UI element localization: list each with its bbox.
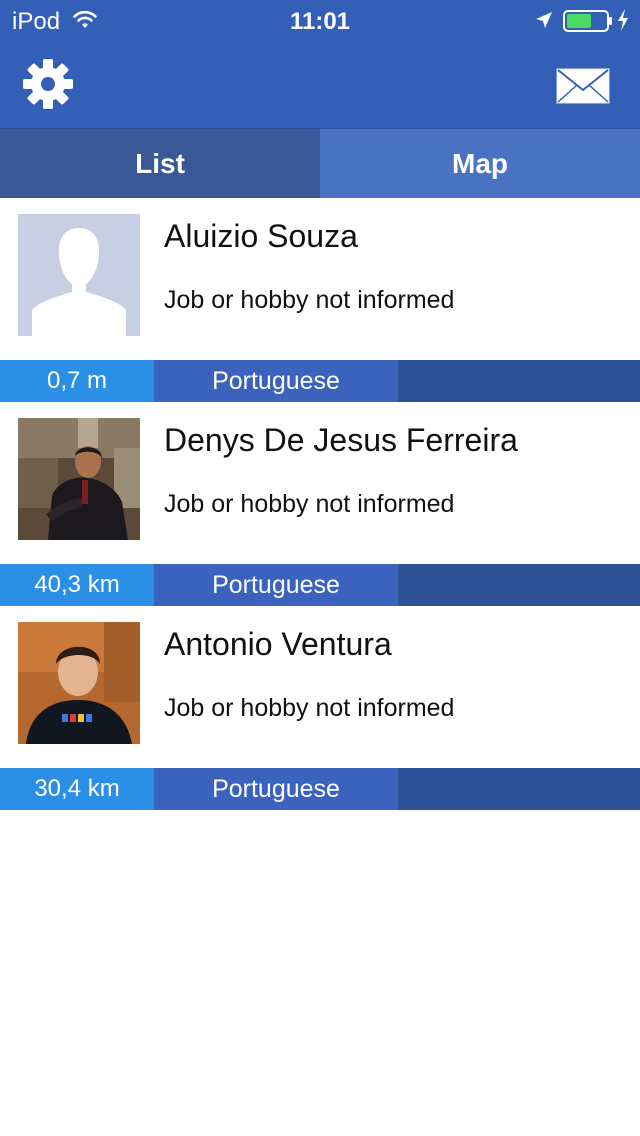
battery-icon — [563, 10, 613, 37]
distance-label: 0,7 m — [0, 360, 154, 402]
list-item[interactable]: Antonio Ventura Job or hobby not informe… — [0, 606, 640, 810]
language-label: Portuguese — [154, 360, 398, 402]
tab-list[interactable]: List — [0, 129, 320, 198]
people-list: Aluizio Souza Job or hobby not informed … — [0, 198, 640, 810]
info-bar: 30,4 km Portuguese — [0, 768, 640, 810]
language-label: Portuguese — [154, 564, 398, 606]
tab-map[interactable]: Map — [320, 129, 640, 198]
info-bar: 40,3 km Portuguese — [0, 564, 640, 606]
status-bar: iPod 11:01 — [0, 0, 640, 40]
gear-icon[interactable] — [22, 58, 74, 115]
charging-bolt-icon — [616, 8, 630, 37]
person-name: Aluizio Souza — [164, 218, 358, 254]
list-item[interactable]: Denys De Jesus Ferreira Job or hobby not… — [0, 402, 640, 606]
person-job: Job or hobby not informed — [164, 286, 455, 314]
info-bar: 0,7 m Portuguese — [0, 360, 640, 402]
avatar — [18, 622, 140, 744]
info-bar-fill — [398, 768, 640, 810]
view-tabs: List Map — [0, 129, 640, 198]
nav-header: iPod 11:01 — [0, 0, 640, 129]
language-label: Portuguese — [154, 768, 398, 810]
avatar — [18, 214, 140, 336]
location-arrow-icon — [534, 10, 554, 35]
avatar — [18, 418, 140, 540]
info-bar-fill — [398, 564, 640, 606]
person-name: Denys De Jesus Ferreira — [164, 422, 518, 458]
mail-icon[interactable] — [556, 68, 610, 109]
person-name: Antonio Ventura — [164, 626, 392, 662]
person-job: Job or hobby not informed — [164, 490, 455, 518]
distance-label: 40,3 km — [0, 564, 154, 606]
distance-label: 30,4 km — [0, 768, 154, 810]
list-item[interactable]: Aluizio Souza Job or hobby not informed … — [0, 198, 640, 402]
info-bar-fill — [398, 360, 640, 402]
person-job: Job or hobby not informed — [164, 694, 455, 722]
